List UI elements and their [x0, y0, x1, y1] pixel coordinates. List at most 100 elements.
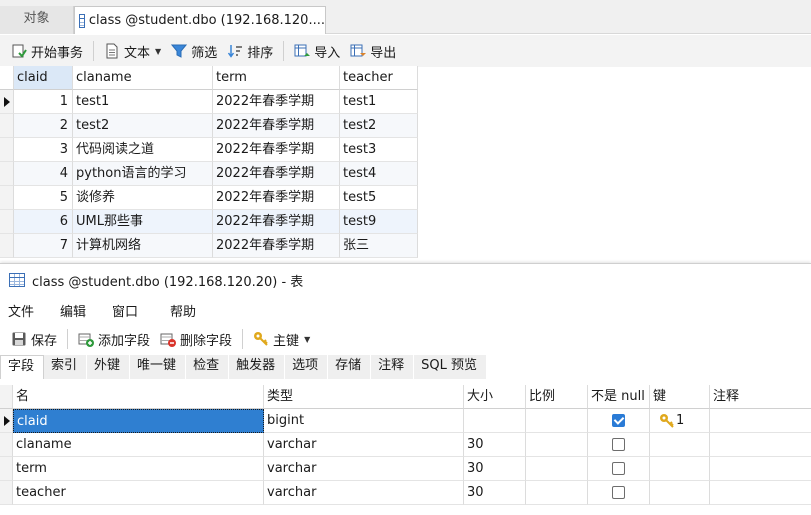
text-button[interactable]: 文本 ▼ [99, 39, 166, 63]
column-header-teacher[interactable]: teacher [340, 66, 418, 90]
not-null-checkbox[interactable] [612, 414, 625, 427]
row-selector[interactable] [0, 186, 14, 210]
table-row[interactable]: 3 代码阅读之道 2022年春季学期 test3 [0, 138, 418, 162]
field-scale-cell[interactable] [526, 433, 588, 457]
cell-claname[interactable]: test1 [73, 90, 213, 114]
table-row[interactable]: 7 计算机网络 2022年春季学期 张三 [0, 234, 418, 258]
field-type-cell[interactable]: varchar [264, 481, 464, 505]
row-selector[interactable] [0, 114, 14, 138]
field-comment-cell[interactable] [710, 409, 811, 433]
field-size-cell[interactable]: 30 [464, 481, 526, 505]
field-key-cell[interactable] [650, 481, 710, 505]
cell-term[interactable]: 2022年春季学期 [213, 90, 340, 114]
field-key-cell[interactable]: 1 [650, 409, 710, 433]
cell-teacher[interactable]: test9 [340, 210, 418, 234]
not-null-checkbox[interactable] [612, 438, 625, 451]
table-row[interactable]: 4 python语言的学习 2022年春季学期 test4 [0, 162, 418, 186]
cell-claid[interactable]: 1 [14, 90, 73, 114]
column-header-size[interactable]: 大小 [464, 385, 526, 409]
delete-field-button[interactable]: 删除字段 [155, 327, 237, 351]
tab-foreign-keys[interactable]: 外键 [87, 355, 131, 379]
tab-objects[interactable]: 对象 [0, 6, 74, 34]
row-selector[interactable] [0, 409, 13, 433]
filter-button[interactable]: 筛选 [166, 39, 222, 63]
column-header-key[interactable]: 键 [650, 385, 710, 409]
row-selector[interactable] [0, 138, 14, 162]
tab-class-table[interactable]: class @student.dbo (192.168.120.... [74, 6, 326, 34]
not-null-checkbox[interactable] [612, 462, 625, 475]
field-row[interactable]: claname varchar 30 [0, 433, 811, 457]
row-selector[interactable] [0, 481, 13, 505]
cell-claid[interactable]: 2 [14, 114, 73, 138]
menu-file[interactable]: 文件 [8, 301, 34, 320]
add-field-button[interactable]: 添加字段 [73, 327, 155, 351]
field-scale-cell[interactable] [526, 457, 588, 481]
cell-claid[interactable]: 5 [14, 186, 73, 210]
column-header-type[interactable]: 类型 [264, 385, 464, 409]
cell-teacher[interactable]: test2 [340, 114, 418, 138]
cell-teacher[interactable]: test5 [340, 186, 418, 210]
field-scale-cell[interactable] [526, 481, 588, 505]
field-type-cell[interactable]: bigint [264, 409, 464, 433]
field-size-cell[interactable]: 30 [464, 433, 526, 457]
field-name-cell[interactable]: term [13, 457, 264, 481]
not-null-checkbox[interactable] [612, 486, 625, 499]
menu-edit[interactable]: 编辑 [60, 301, 86, 320]
sort-button[interactable]: 排序 [222, 39, 278, 63]
cell-teacher[interactable]: test4 [340, 162, 418, 186]
tab-options[interactable]: 选项 [285, 355, 329, 379]
field-name-cell[interactable]: teacher [13, 481, 264, 505]
column-header-not-null[interactable]: 不是 null [588, 385, 650, 409]
tab-indexes[interactable]: 索引 [44, 355, 88, 379]
column-header-claid[interactable]: claid [14, 66, 73, 90]
tab-unique-keys[interactable]: 唯一键 [130, 355, 187, 379]
cell-claid[interactable]: 3 [14, 138, 73, 162]
column-header-term[interactable]: term [213, 66, 340, 90]
field-row[interactable]: claid bigint 1 [0, 409, 811, 433]
cell-term[interactable]: 2022年春季学期 [213, 186, 340, 210]
cell-claname[interactable]: 计算机网络 [73, 234, 213, 258]
row-selector[interactable] [0, 457, 13, 481]
cell-term[interactable]: 2022年春季学期 [213, 138, 340, 162]
field-row[interactable]: term varchar 30 [0, 457, 811, 481]
field-key-cell[interactable] [650, 433, 710, 457]
field-comment-cell[interactable] [710, 481, 811, 505]
cell-claname[interactable]: UML那些事 [73, 210, 213, 234]
tab-triggers[interactable]: 触发器 [229, 355, 286, 379]
cell-term[interactable]: 2022年春季学期 [213, 162, 340, 186]
column-header-name[interactable]: 名 [13, 385, 264, 409]
cell-teacher[interactable]: test1 [340, 90, 418, 114]
table-row[interactable]: 6 UML那些事 2022年春季学期 test9 [0, 210, 418, 234]
row-selector[interactable] [0, 90, 14, 114]
cell-term[interactable]: 2022年春季学期 [213, 210, 340, 234]
cell-term[interactable]: 2022年春季学期 [213, 114, 340, 138]
table-row[interactable]: 2 test2 2022年春季学期 test2 [0, 114, 418, 138]
field-scale-cell[interactable] [526, 409, 588, 433]
tab-checks[interactable]: 检查 [186, 355, 230, 379]
column-header-scale[interactable]: 比例 [526, 385, 588, 409]
field-name-cell[interactable]: claid [13, 409, 264, 433]
field-size-cell[interactable]: 30 [464, 457, 526, 481]
field-row[interactable]: teacher varchar 30 [0, 481, 811, 505]
row-selector[interactable] [0, 433, 13, 457]
import-button[interactable]: 导入 [289, 39, 345, 63]
begin-transaction-button[interactable]: 开始事务 [6, 39, 88, 63]
cell-term[interactable]: 2022年春季学期 [213, 234, 340, 258]
menu-window[interactable]: 窗口 [112, 301, 138, 320]
row-selector[interactable] [0, 234, 14, 258]
field-name-cell[interactable]: claname [13, 433, 264, 457]
column-header-claname[interactable]: claname [73, 66, 213, 90]
tab-storage[interactable]: 存储 [328, 355, 372, 379]
cell-claid[interactable]: 7 [14, 234, 73, 258]
window-title-bar[interactable]: class @student.dbo (192.168.120.20) - 表 [0, 264, 811, 296]
cell-claname[interactable]: test2 [73, 114, 213, 138]
field-type-cell[interactable]: varchar [264, 457, 464, 481]
row-selector[interactable] [0, 210, 14, 234]
primary-key-button[interactable]: 主键 ▼ [248, 327, 315, 351]
cell-teacher[interactable]: 张三 [340, 234, 418, 258]
field-type-cell[interactable]: varchar [264, 433, 464, 457]
field-key-cell[interactable] [650, 457, 710, 481]
field-comment-cell[interactable] [710, 433, 811, 457]
field-size-cell[interactable] [464, 409, 526, 433]
cell-claid[interactable]: 6 [14, 210, 73, 234]
